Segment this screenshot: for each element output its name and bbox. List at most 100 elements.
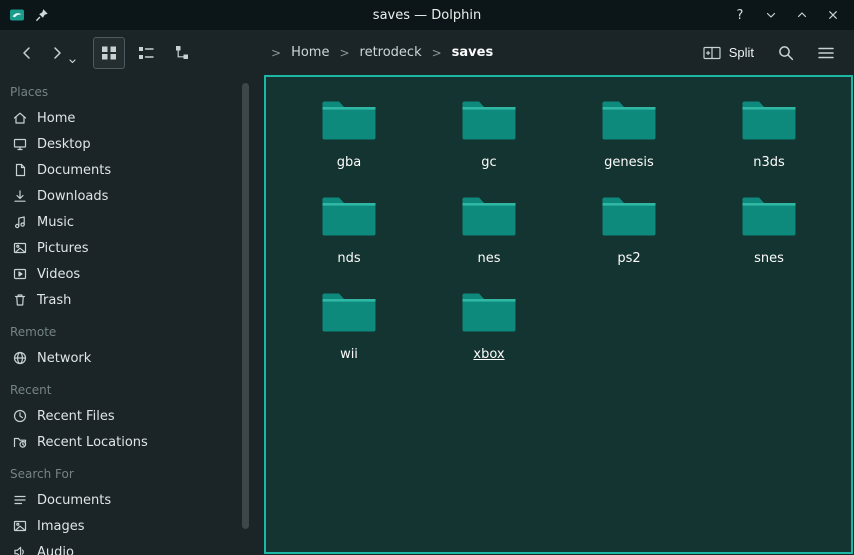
sidebar-item-label: Desktop [37,137,91,152]
folder-label: gba [337,155,361,171]
titlebar[interactable]: saves — Dolphin ? [0,0,854,30]
folder-icon [601,193,657,241]
sidebar-item-network[interactable]: Network [0,345,252,371]
split-button-label: Split [729,45,754,60]
icons-view-icon [99,43,119,63]
sidebar-item-label: Music [37,215,74,230]
desktop-icon [12,136,28,152]
hamburger-menu-icon [816,43,836,63]
folder-item[interactable]: n3ds [699,97,839,193]
sidebar-section-remote: Remote [0,319,252,345]
search-icon [776,43,796,63]
folder-label: ps2 [617,251,640,267]
sidebar-item-label: Pictures [37,241,88,256]
search-button[interactable] [770,37,802,69]
sidebar-item-music[interactable]: Music [0,209,252,235]
folder-item[interactable]: genesis [559,97,699,193]
folder-item[interactable]: xbox [419,289,559,385]
breadcrumb-item-saves[interactable]: saves [452,45,494,60]
window-title: saves — Dolphin [0,8,854,23]
sidebar-item-label: Home [37,111,75,126]
split-button[interactable]: Split [696,39,760,67]
trash-icon [12,292,28,308]
video-icon [12,266,28,282]
close-button[interactable] [822,4,844,26]
folder-item[interactable]: gc [419,97,559,193]
sidebar-item-documents[interactable]: Documents [0,157,252,183]
sidebar-item-label: Audio [37,545,74,555]
network-icon [12,350,28,366]
sidebar-item-label: Documents [37,163,111,178]
sidebar-item-label: Videos [37,267,80,282]
image-icon [12,518,28,534]
breadcrumb-item-retrodeck[interactable]: retrodeck [360,45,422,60]
view-mode-group [93,37,199,69]
sidebar-scrollbar[interactable] [242,83,249,529]
folder-label: wii [340,347,358,363]
chevron-right-icon [47,43,67,63]
sidebar-item-label: Recent Files [37,409,115,424]
sidebar-item-pictures[interactable]: Pictures [0,235,252,261]
minimize-button[interactable] [760,4,782,26]
image-icon [12,240,28,256]
app-icon [9,7,25,23]
sidebar-section-recent: Recent [0,377,252,403]
music-icon [12,214,28,230]
folder-label: xbox [473,347,504,363]
sidebar-item-home[interactable]: Home [0,105,252,131]
folder-item[interactable]: nes [419,193,559,289]
hamburger-menu-button[interactable] [810,37,842,69]
folder-item[interactable]: ps2 [559,193,699,289]
sidebar-item-recent-locations[interactable]: Recent Locations [0,429,252,455]
sidebar-item-label: Network [37,351,91,366]
sidebar-item-downloads[interactable]: Downloads [0,183,252,209]
sidebar-item-recent-files[interactable]: Recent Files [0,403,252,429]
folder-item[interactable]: wii [279,289,419,385]
icons-view-button[interactable] [93,37,125,69]
folder-item[interactable]: gba [279,97,419,193]
split-view-icon [702,43,722,63]
main-toolbar: > Home > retrodeck > saves Split [0,30,854,75]
maximize-button[interactable] [791,4,813,26]
breadcrumb-separator: > [339,46,349,60]
history-dropdown-caret-icon[interactable] [68,57,77,66]
sidebar-item-label: Downloads [37,189,108,204]
sidebar-item-search-documents[interactable]: Documents [0,487,252,513]
breadcrumb-separator: > [271,46,281,60]
sidebar-item-search-audio[interactable]: Audio [0,539,252,555]
sidebar-item-trash[interactable]: Trash [0,287,252,313]
folder-icon [321,193,377,241]
folder-icon [601,97,657,145]
document-icon [12,162,28,178]
sidebar-item-search-images[interactable]: Images [0,513,252,539]
chevron-left-icon [17,43,37,63]
sidebar-item-desktop[interactable]: Desktop [0,131,252,157]
document-lines-icon [12,492,28,508]
folder-item[interactable]: snes [699,193,839,289]
recent-files-icon [12,408,28,424]
recent-locations-icon [12,434,28,450]
folder-grid: gba gc genesis n3ds nds nes [266,77,851,385]
pin-icon[interactable] [34,7,50,23]
places-panel: Places Home Desktop Documents Downloads [0,75,252,555]
compact-view-icon [136,43,156,63]
breadcrumb-item-home[interactable]: Home [291,45,329,60]
folder-icon [461,97,517,145]
folder-icon [321,289,377,337]
help-button[interactable]: ? [729,4,751,26]
audio-icon [12,544,28,555]
folder-label: snes [754,251,784,267]
folder-icon [741,193,797,241]
sidebar-item-label: Documents [37,493,111,508]
sidebar-item-videos[interactable]: Videos [0,261,252,287]
back-button[interactable] [12,38,42,68]
folder-icon [461,193,517,241]
folder-icon [461,289,517,337]
folder-item[interactable]: nds [279,193,419,289]
compact-view-button[interactable] [130,37,162,69]
details-view-button[interactable] [167,37,199,69]
sidebar-section-search-for: Search For [0,461,252,487]
sidebar-item-label: Images [37,519,85,534]
folder-view[interactable]: gba gc genesis n3ds nds nes [264,75,853,554]
details-view-icon [173,43,193,63]
